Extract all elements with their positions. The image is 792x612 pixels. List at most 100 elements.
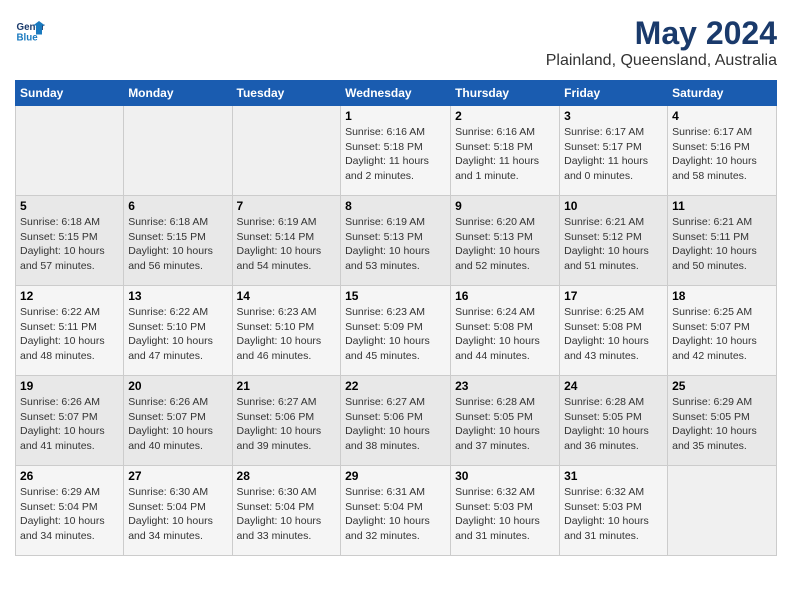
day-number: 31 xyxy=(564,469,663,483)
day-info: Sunrise: 6:23 AMSunset: 5:09 PMDaylight:… xyxy=(345,305,446,364)
day-number: 11 xyxy=(672,199,772,213)
day-cell xyxy=(16,106,124,196)
day-cell: 14 Sunrise: 6:23 AMSunset: 5:10 PMDayligh… xyxy=(232,286,341,376)
page-title: May 2024 xyxy=(546,15,777,52)
day-cell: 2 Sunrise: 6:16 AMSunset: 5:18 PMDaylight… xyxy=(451,106,560,196)
day-info: Sunrise: 6:17 AMSunset: 5:16 PMDaylight:… xyxy=(672,125,772,184)
svg-text:Blue: Blue xyxy=(17,33,39,44)
day-info: Sunrise: 6:25 AMSunset: 5:08 PMDaylight:… xyxy=(564,305,663,364)
day-cell: 28 Sunrise: 6:30 AMSunset: 5:04 PMDayligh… xyxy=(232,466,341,556)
day-info: Sunrise: 6:29 AMSunset: 5:04 PMDaylight:… xyxy=(20,485,119,544)
day-number: 22 xyxy=(345,379,446,393)
day-cell xyxy=(124,106,232,196)
day-info: Sunrise: 6:18 AMSunset: 5:15 PMDaylight:… xyxy=(128,215,227,274)
day-info: Sunrise: 6:16 AMSunset: 5:18 PMDaylight:… xyxy=(345,125,446,184)
day-number: 20 xyxy=(128,379,227,393)
day-info: Sunrise: 6:25 AMSunset: 5:07 PMDaylight:… xyxy=(672,305,772,364)
day-info: Sunrise: 6:30 AMSunset: 5:04 PMDaylight:… xyxy=(237,485,337,544)
day-number: 1 xyxy=(345,109,446,123)
day-cell: 26 Sunrise: 6:29 AMSunset: 5:04 PMDayligh… xyxy=(16,466,124,556)
day-cell: 15Sunrise: 6:23 AMSunset: 5:09 PMDayligh… xyxy=(341,286,451,376)
day-info: Sunrise: 6:20 AMSunset: 5:13 PMDaylight:… xyxy=(455,215,555,274)
day-info: Sunrise: 6:21 AMSunset: 5:11 PMDaylight:… xyxy=(672,215,772,274)
day-number: 7 xyxy=(237,199,337,213)
column-header-saturday: Saturday xyxy=(668,81,777,106)
day-cell: 22Sunrise: 6:27 AMSunset: 5:06 PMDayligh… xyxy=(341,376,451,466)
day-number: 10 xyxy=(564,199,663,213)
day-number: 26 xyxy=(20,469,119,483)
day-cell: 11 Sunrise: 6:21 AMSunset: 5:11 PMDayligh… xyxy=(668,196,777,286)
day-number: 8 xyxy=(345,199,446,213)
day-number: 13 xyxy=(128,289,227,303)
day-info: Sunrise: 6:32 AMSunset: 5:03 PMDaylight:… xyxy=(564,485,663,544)
day-info: Sunrise: 6:22 AMSunset: 5:11 PMDaylight:… xyxy=(20,305,119,364)
day-info: Sunrise: 6:30 AMSunset: 5:04 PMDaylight:… xyxy=(128,485,227,544)
day-cell: 10 Sunrise: 6:21 AMSunset: 5:12 PMDayligh… xyxy=(560,196,668,286)
day-cell xyxy=(232,106,341,196)
day-number: 9 xyxy=(455,199,555,213)
week-row-4: 19Sunrise: 6:26 AMSunset: 5:07 PMDayligh… xyxy=(16,376,777,466)
day-info: Sunrise: 6:28 AMSunset: 5:05 PMDaylight:… xyxy=(564,395,663,454)
day-cell: 20 Sunrise: 6:26 AMSunset: 5:07 PMDayligh… xyxy=(124,376,232,466)
day-number: 23 xyxy=(455,379,555,393)
day-cell: 31 Sunrise: 6:32 AMSunset: 5:03 PMDayligh… xyxy=(560,466,668,556)
day-cell: 6 Sunrise: 6:18 AMSunset: 5:15 PMDaylight… xyxy=(124,196,232,286)
day-number: 16 xyxy=(455,289,555,303)
page-header: General Blue May 2024 Plainland, Queensl… xyxy=(15,15,777,70)
day-cell: 30Sunrise: 6:32 AMSunset: 5:03 PMDayligh… xyxy=(451,466,560,556)
day-cell: 4Sunrise: 6:17 AMSunset: 5:16 PMDaylight… xyxy=(668,106,777,196)
day-cell: 8 Sunrise: 6:19 AMSunset: 5:13 PMDaylight… xyxy=(341,196,451,286)
day-info: Sunrise: 6:22 AMSunset: 5:10 PMDaylight:… xyxy=(128,305,227,364)
day-info: Sunrise: 6:26 AMSunset: 5:07 PMDaylight:… xyxy=(20,395,119,454)
day-cell: 29 Sunrise: 6:31 AMSunset: 5:04 PMDayligh… xyxy=(341,466,451,556)
day-cell: 18Sunrise: 6:25 AMSunset: 5:07 PMDayligh… xyxy=(668,286,777,376)
page-subtitle: Plainland, Queensland, Australia xyxy=(546,52,777,70)
calendar-table: SundayMondayTuesdayWednesdayThursdayFrid… xyxy=(15,80,777,556)
day-cell xyxy=(668,466,777,556)
week-row-3: 12 Sunrise: 6:22 AMSunset: 5:11 PMDayligh… xyxy=(16,286,777,376)
day-cell: 13 Sunrise: 6:22 AMSunset: 5:10 PMDayligh… xyxy=(124,286,232,376)
day-cell: 23Sunrise: 6:28 AMSunset: 5:05 PMDayligh… xyxy=(451,376,560,466)
day-cell: 21 Sunrise: 6:27 AMSunset: 5:06 PMDayligh… xyxy=(232,376,341,466)
day-info: Sunrise: 6:17 AMSunset: 5:17 PMDaylight:… xyxy=(564,125,663,184)
day-info: Sunrise: 6:16 AMSunset: 5:18 PMDaylight:… xyxy=(455,125,555,184)
day-info: Sunrise: 6:21 AMSunset: 5:12 PMDaylight:… xyxy=(564,215,663,274)
week-row-1: 1 Sunrise: 6:16 AMSunset: 5:18 PMDaylight… xyxy=(16,106,777,196)
day-number: 3 xyxy=(564,109,663,123)
day-info: Sunrise: 6:26 AMSunset: 5:07 PMDaylight:… xyxy=(128,395,227,454)
day-number: 14 xyxy=(237,289,337,303)
day-number: 29 xyxy=(345,469,446,483)
day-cell: 25Sunrise: 6:29 AMSunset: 5:05 PMDayligh… xyxy=(668,376,777,466)
day-number: 6 xyxy=(128,199,227,213)
day-info: Sunrise: 6:19 AMSunset: 5:13 PMDaylight:… xyxy=(345,215,446,274)
header-row: SundayMondayTuesdayWednesdayThursdayFrid… xyxy=(16,81,777,106)
day-cell: 19Sunrise: 6:26 AMSunset: 5:07 PMDayligh… xyxy=(16,376,124,466)
day-cell: 1 Sunrise: 6:16 AMSunset: 5:18 PMDaylight… xyxy=(341,106,451,196)
day-info: Sunrise: 6:32 AMSunset: 5:03 PMDaylight:… xyxy=(455,485,555,544)
column-header-tuesday: Tuesday xyxy=(232,81,341,106)
title-block: May 2024 Plainland, Queensland, Australi… xyxy=(546,15,777,70)
column-header-thursday: Thursday xyxy=(451,81,560,106)
column-header-wednesday: Wednesday xyxy=(341,81,451,106)
column-header-monday: Monday xyxy=(124,81,232,106)
day-number: 2 xyxy=(455,109,555,123)
day-cell: 24Sunrise: 6:28 AMSunset: 5:05 PMDayligh… xyxy=(560,376,668,466)
day-cell: 27Sunrise: 6:30 AMSunset: 5:04 PMDayligh… xyxy=(124,466,232,556)
day-cell: 5 Sunrise: 6:18 AMSunset: 5:15 PMDaylight… xyxy=(16,196,124,286)
day-info: Sunrise: 6:18 AMSunset: 5:15 PMDaylight:… xyxy=(20,215,119,274)
column-header-sunday: Sunday xyxy=(16,81,124,106)
column-header-friday: Friday xyxy=(560,81,668,106)
logo: General Blue xyxy=(15,15,45,45)
week-row-5: 26 Sunrise: 6:29 AMSunset: 5:04 PMDayligh… xyxy=(16,466,777,556)
day-info: Sunrise: 6:31 AMSunset: 5:04 PMDaylight:… xyxy=(345,485,446,544)
day-info: Sunrise: 6:27 AMSunset: 5:06 PMDaylight:… xyxy=(237,395,337,454)
day-cell: 7Sunrise: 6:19 AMSunset: 5:14 PMDaylight… xyxy=(232,196,341,286)
day-cell: 9 Sunrise: 6:20 AMSunset: 5:13 PMDaylight… xyxy=(451,196,560,286)
day-info: Sunrise: 6:23 AMSunset: 5:10 PMDaylight:… xyxy=(237,305,337,364)
week-row-2: 5 Sunrise: 6:18 AMSunset: 5:15 PMDaylight… xyxy=(16,196,777,286)
day-number: 12 xyxy=(20,289,119,303)
day-number: 21 xyxy=(237,379,337,393)
day-number: 5 xyxy=(20,199,119,213)
day-number: 17 xyxy=(564,289,663,303)
day-number: 28 xyxy=(237,469,337,483)
